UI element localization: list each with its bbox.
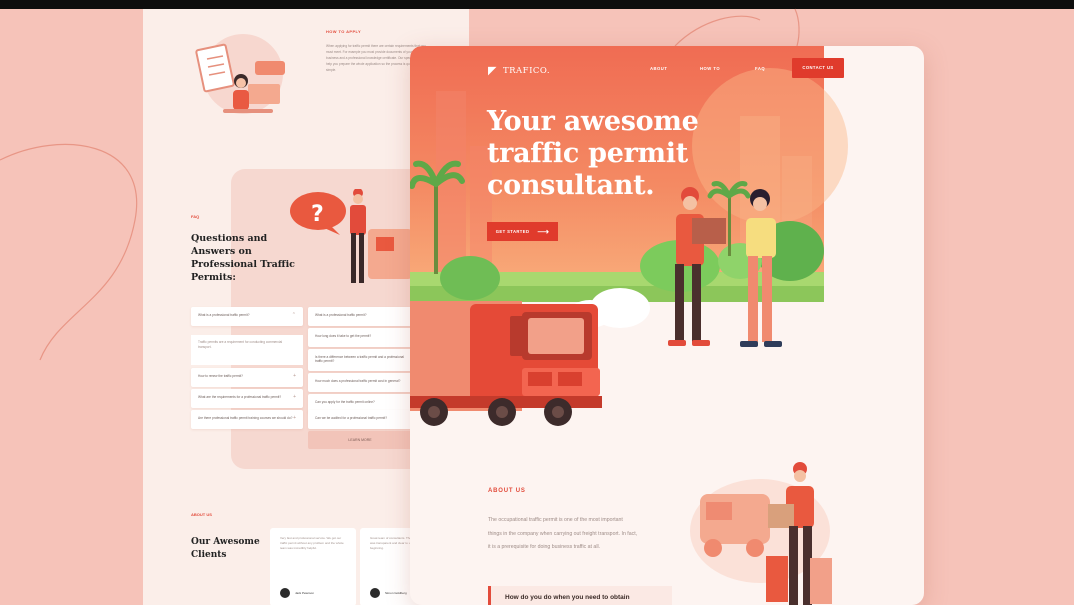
faq-question[interactable]: What are the requirements for a professi… [191,389,303,408]
faq-question-text: How long does it take to get the permit? [315,334,372,338]
howto-title: HOW TO APPLY [326,29,362,34]
about-text: The occupational traffic permit is one o… [488,517,638,550]
faq-question[interactable]: What is a professional traffic permit? [308,307,412,326]
contact-us-button[interactable]: CONTACT US [792,58,844,78]
faq-question-text: Can you apply for the traffic permit onl… [315,400,375,404]
faq-question[interactable]: How much does a professional traffic per… [308,373,412,392]
about-tag: ABOUT US [488,488,526,494]
chevron-down-icon: + [293,394,296,400]
faq-question-text: What are the requirements for a professi… [198,395,282,399]
hero-title: Your awesome traffic permit consultant. [487,106,699,201]
faq-question[interactable]: Is there a difference between a traffic … [308,349,412,371]
faq-question[interactable]: Are there professional traffic permit tr… [191,410,303,429]
nav-how-to[interactable]: HOW TO [700,66,720,71]
logo-icon: ◤ [488,64,497,77]
arrow-right-icon: ⟶ [537,226,550,236]
faq-question-text: How to renew the traffic permit? [198,374,243,378]
get-started-label: GET STARTED [495,229,530,234]
clients-title: Our Awesome Clients [191,537,260,560]
faq-tag: FAQ [191,214,200,219]
faq-question[interactable]: What is a professional traffic permit? ⌃ [191,307,303,326]
faq-question-text: Can we be audited for a professional tra… [315,416,388,420]
client-quote: Very fast and professional service. We g… [280,536,344,550]
about-tag: ABOUT US [191,512,212,517]
svg-text:?: ? [311,202,324,227]
faq-question-text: Is there a difference between a traffic … [315,355,405,363]
avatar [370,588,380,598]
client-card: Very fast and professional service. We g… [270,528,356,605]
faq-illustration: ? [290,189,412,283]
faq-title: Questions and Answers on Professional Tr… [191,233,295,283]
faq-answer: Traffic permits are a requirement for co… [191,335,303,365]
chevron-up-icon: ⌃ [291,312,296,318]
get-started-button[interactable]: GET STARTED ⟶ [487,222,558,241]
client-name: Simon Goldberg [385,590,407,595]
faq-question[interactable]: Can we be audited for a professional tra… [308,410,412,429]
faq-question[interactable]: How to renew the traffic permit? + [191,368,303,387]
faq-question-text: What is a professional traffic permit? [198,313,250,317]
chevron-down-icon: + [293,373,296,379]
faq-question[interactable]: How long does it take to get the permit? [308,328,412,347]
chevron-down-icon: + [293,415,296,421]
avatar [280,588,290,598]
faq-question-text: What is a professional traffic permit? [315,313,367,317]
faq-teaser-card[interactable]: How do you do when you need to obtain [488,586,672,605]
learn-more-button[interactable]: LEARN MORE [308,431,412,449]
howto-illustration [195,34,285,114]
brand-logo[interactable]: ◤ TRAFICO. [488,64,550,77]
logo-text: TRAFICO. [502,65,551,76]
faq-question-text: Are there professional traffic permit tr… [198,416,293,420]
nav-faq[interactable]: FAQ [755,66,765,71]
front-page-preview: ◤ TRAFICO. ABOUT HOW TO FAQ CONTACT US Y… [410,46,924,605]
faq-question-text: How much does a professional traffic per… [315,379,401,383]
nav-about[interactable]: ABOUT [650,66,667,71]
client-name: Jack Peterson [295,590,315,595]
